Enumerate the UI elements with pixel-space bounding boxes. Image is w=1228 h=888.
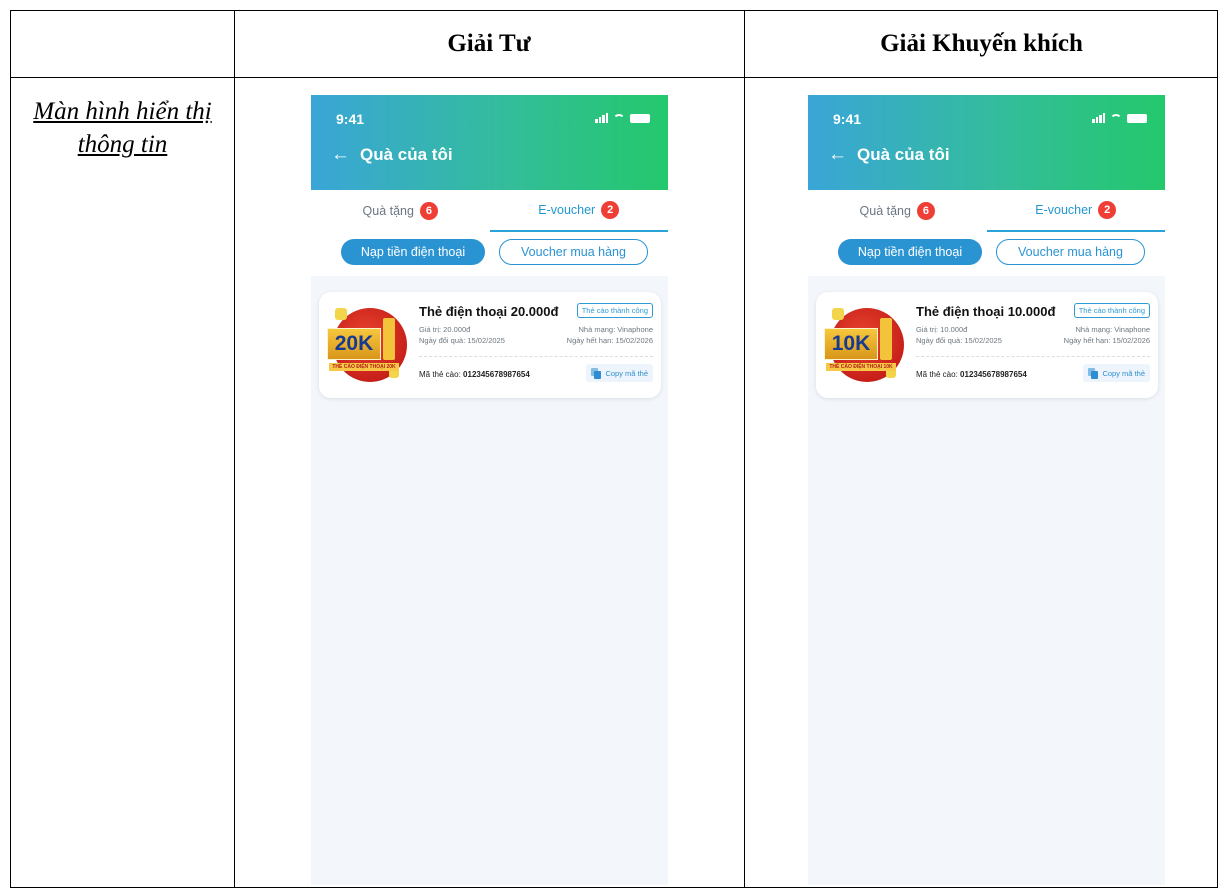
status-icons <box>1092 113 1147 123</box>
copy-label: Copy mã thẻ <box>605 368 648 378</box>
copy-label: Copy mã thẻ <box>1102 368 1145 378</box>
card-network: Nhà mạng: Vinaphone <box>1075 325 1150 334</box>
prize-side-tag <box>880 318 892 360</box>
app-header: 9:41 ← Quà của tôi <box>808 95 1165 190</box>
header-giai-tu: Giải Tư <box>447 30 531 57</box>
card-redeem-date: Ngày đổi quà: 15/02/2025 <box>916 336 1002 345</box>
prize-card-image: 20K THẺ CÀO ĐIỆN THOẠI 20K <box>327 304 409 386</box>
status-badge: Thẻ cào thành công <box>1073 303 1150 318</box>
count-badge: 6 <box>419 202 438 220</box>
count-badge: 2 <box>601 201 620 219</box>
tab-e-voucher[interactable]: E-voucher 2 <box>986 190 1165 232</box>
prize-side-tag <box>383 318 395 360</box>
tab-bar: Quà tặng 6 E-voucher 2 <box>311 190 668 232</box>
status-time: 9:41 <box>336 111 365 127</box>
phone-screen-giai-khuyen-khich: 9:41 ← Quà của tôi Quà tặng 6 E-voucher … <box>808 95 1165 885</box>
status-icons <box>595 113 650 123</box>
page-title: Quà của tôi <box>360 145 453 164</box>
code-label: Mã thẻ cào: <box>916 370 958 379</box>
card-divider <box>419 356 653 357</box>
prize-strip: THẺ CÀO ĐIỆN THOẠI 10K <box>826 363 896 371</box>
card-expiry-date: Ngày hết hạn: 15/02/2026 <box>1063 336 1150 345</box>
header-giai-khuyen-khich: Giải Khuyến khích <box>880 30 1083 57</box>
battery-icon <box>1127 114 1147 123</box>
count-badge: 6 <box>916 202 935 220</box>
status-time: 9:41 <box>833 111 862 127</box>
card-value: Giá trị: 10.000đ <box>916 325 968 334</box>
code-value: 012345678987654 <box>960 370 1027 379</box>
card-title: Thẻ điện thoại 10.000đ <box>916 304 1056 319</box>
battery-icon <box>630 114 650 123</box>
back-arrow-icon[interactable]: ← <box>331 144 350 166</box>
card-divider <box>916 356 1150 357</box>
tab-label: Quà tặng <box>859 204 911 218</box>
tab-qua-tang[interactable]: Quà tặng 6 <box>808 190 987 232</box>
card-redeem-date: Ngày đổi quà: 15/02/2025 <box>419 336 505 345</box>
table-col-divider <box>234 11 235 887</box>
tab-label: E-voucher <box>1035 203 1093 217</box>
table-col-divider <box>744 11 745 887</box>
chip-nap-tien-dien-thoai[interactable]: Nạp tiền điện thoại <box>341 239 485 265</box>
copy-code-button[interactable]: Copy mã thẻ <box>1083 364 1150 382</box>
copy-icon <box>591 367 602 379</box>
row-label: Màn hình hiển thị thông tin <box>33 98 212 158</box>
back-arrow-icon[interactable]: ← <box>828 144 847 166</box>
tab-bar: Quà tặng 6 E-voucher 2 <box>808 190 1165 232</box>
tab-qua-tang[interactable]: Quà tặng 6 <box>311 190 490 232</box>
app-header: 9:41 ← Quà của tôi <box>311 95 668 190</box>
page-title: Quà của tôi <box>857 145 950 164</box>
nav-bar: ← Quà của tôi <box>331 144 453 166</box>
voucher-card[interactable]: 20K THẺ CÀO ĐIỆN THOẠI 20K Thẻ điện thoạ… <box>319 292 661 398</box>
prize-amount: 10K <box>824 328 878 360</box>
nav-bar: ← Quà của tôi <box>828 144 950 166</box>
wifi-icon <box>613 114 625 123</box>
gift-box-icon <box>832 308 844 320</box>
header-cell-empty <box>11 11 234 77</box>
filter-chips: Nạp tiền điện thoại Voucher mua hàng <box>808 232 1165 276</box>
chip-voucher-mua-hang[interactable]: Voucher mua hàng <box>996 239 1145 265</box>
card-network: Nhà mạng: Vinaphone <box>578 325 653 334</box>
filter-chips: Nạp tiền điện thoại Voucher mua hàng <box>311 232 668 276</box>
chip-voucher-mua-hang[interactable]: Voucher mua hàng <box>499 239 648 265</box>
card-title: Thẻ điện thoại 20.000đ <box>419 304 559 319</box>
document-table: Giải Tư Giải Khuyến khích Màn hình hiển … <box>10 10 1218 888</box>
wifi-icon <box>1110 114 1122 123</box>
phone-screen-giai-tu: 9:41 ← Quà của tôi Quà tặng 6 E-voucher … <box>311 95 668 885</box>
prize-amount: 20K <box>327 328 381 360</box>
prize-strip: THẺ CÀO ĐIỆN THOẠI 20K <box>329 363 399 371</box>
gift-box-icon <box>335 308 347 320</box>
tab-e-voucher[interactable]: E-voucher 2 <box>489 190 668 232</box>
card-code: Mã thẻ cào: 012345678987654 <box>916 370 1027 379</box>
copy-icon <box>1088 367 1099 379</box>
card-code: Mã thẻ cào: 012345678987654 <box>419 370 530 379</box>
code-label: Mã thẻ cào: <box>419 370 461 379</box>
code-value: 012345678987654 <box>463 370 530 379</box>
chip-nap-tien-dien-thoai[interactable]: Nạp tiền điện thoại <box>838 239 982 265</box>
count-badge: 2 <box>1098 201 1117 219</box>
voucher-card[interactable]: 10K THẺ CÀO ĐIỆN THOẠI 10K Thẻ điện thoạ… <box>816 292 1158 398</box>
prize-card-image: 10K THẺ CÀO ĐIỆN THOẠI 10K <box>824 304 906 386</box>
signal-icon <box>595 113 608 123</box>
tab-label: Quà tặng <box>362 204 414 218</box>
signal-icon <box>1092 113 1105 123</box>
tab-label: E-voucher <box>538 203 596 217</box>
status-badge: Thẻ cào thành công <box>576 303 653 318</box>
table-row-divider <box>11 77 1217 78</box>
card-expiry-date: Ngày hết hạn: 15/02/2026 <box>566 336 653 345</box>
copy-code-button[interactable]: Copy mã thẻ <box>586 364 653 382</box>
card-value: Giá trị: 20.000đ <box>419 325 471 334</box>
